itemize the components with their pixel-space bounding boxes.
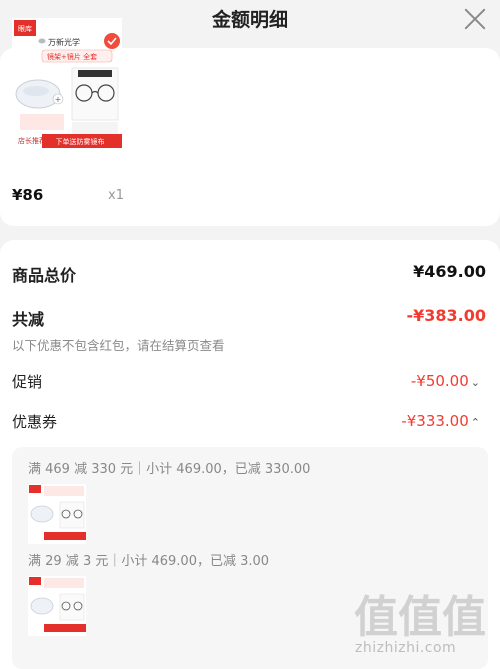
close-icon[interactable] (462, 6, 488, 32)
coupon-value: -¥333.00 (401, 412, 469, 430)
chevron-down-icon[interactable]: ⌄ (471, 376, 480, 389)
svg-text:+: + (55, 95, 62, 104)
discount-note: 以下优惠不包含红包，请在结算页查看 (12, 338, 225, 353)
coupon-text: 满 469 减 330 元｜小计 469.00，已减 330.00 (28, 462, 311, 477)
promo-row[interactable]: -¥50.00 ⌄ (411, 372, 480, 390)
product-qty: x1 (108, 188, 124, 203)
coupon-product-thumb (28, 576, 86, 636)
product-price: ¥86 (12, 186, 44, 204)
banner-text: 镜架+镜片 全套 (47, 52, 97, 61)
product-thumbnail[interactable]: 眼库 万新光学 镜架+镜片 全套 + 店长推荐 下单送防雾镜布 (12, 18, 122, 180)
total-label: 商品总价 (12, 266, 77, 285)
brand-mark-text: 眼库 (18, 24, 32, 33)
discount-label: 共减 (12, 310, 45, 329)
watermark-glyphs: 值值值 (354, 592, 486, 640)
strip-text: 下单送防雾镜布 (56, 137, 105, 146)
watermark-logo: 值值值 (354, 592, 486, 640)
discount-value: -¥383.00 (406, 306, 486, 325)
total-value: ¥469.00 (413, 262, 486, 281)
chevron-up-icon[interactable]: ⌃ (471, 416, 480, 429)
promo-label: 促销 (12, 373, 43, 391)
partner-name-text: 万新光学 (48, 37, 80, 47)
coupon-product-thumb (28, 484, 86, 544)
stamp-text: 店长推荐 (18, 136, 46, 145)
watermark-url: zhizhizhi.com (355, 640, 457, 656)
coupon-text: 满 29 减 3 元｜小计 469.00，已减 3.00 (28, 554, 270, 569)
promo-value: -¥50.00 (410, 372, 469, 390)
coupon-row[interactable]: -¥333.00 ⌃ (401, 412, 480, 430)
coupon-label: 优惠券 (12, 413, 58, 431)
